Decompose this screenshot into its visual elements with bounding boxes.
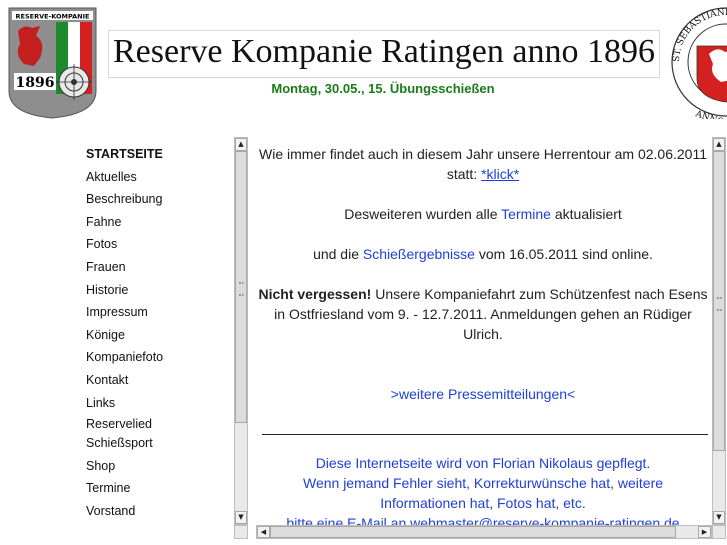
nav-scrollbar[interactable]: ▲ ▼ [234,137,248,525]
herrentour-paragraph: Wie immer findet auch in diesem Jahr uns… [259,146,707,182]
nav-item-kontakt[interactable]: Kontakt [86,370,236,393]
nav-item-termine[interactable]: Termine [86,478,236,501]
footer-line-4[interactable]: bitte eine E-Mail an webmaster@reserve-k… [258,513,708,525]
reserve-kompanie-logo[interactable]: RESERVE-KOMPANIE 1896 [6,6,99,119]
kompaniefahrt-paragraph: Nicht vergessen! Unsere Kompaniefahrt zu… [258,286,708,342]
termine-link[interactable]: Termine [501,206,551,222]
klick-link[interactable]: *klick* [481,166,519,182]
logo-year-text: 1896 [16,75,55,91]
nav-item-aktuelles[interactable]: Aktuelles [86,167,236,190]
sidebar-nav: STARTSEITE Aktuelles Beschreibung Fahne … [86,144,236,524]
termine-paragraph: Desweiteren wurden alle Termine aktualis… [344,206,622,222]
hscroll-thumb[interactable] [270,526,676,538]
site-title: Reserve Kompanie Ratingen anno 1896 [113,33,655,70]
content-scroll-up-button[interactable]: ▲ [713,138,725,151]
site-title-box: Reserve Kompanie Ratingen anno 1896 [108,30,660,78]
nav-item-koenige[interactable]: Könige [86,325,236,348]
footer-line-3: Informationen hat, Fotos hat, etc. [380,495,586,511]
nav-item-frauen[interactable]: Frauen [86,257,236,280]
nav-scroll-thumb[interactable] [235,151,247,423]
ergebnisse-paragraph: und die Schießergebnisse vom 16.05.2011 … [313,246,653,262]
scroll-right-button[interactable]: ▶ [698,526,711,538]
logo-banner-text: RESERVE-KOMPANIE [16,13,90,21]
nav-item-links[interactable]: Links [86,393,236,416]
nav-scroll-up-button[interactable]: ▲ [235,138,247,151]
content-scroll-down-button[interactable]: ▼ [713,511,725,524]
nav-item-vorstand[interactable]: Vorstand [86,501,236,524]
footer-line-1: Diese Internetseite wird von Florian Nik… [315,455,651,471]
bruderschaft-logo[interactable]: ST. SEBASTIANI BRUD ANNO [669,6,727,119]
nav-corner-box [234,525,248,539]
content-divider [262,434,708,435]
nav-item-historie[interactable]: Historie [86,280,236,303]
nav-item-beschreibung[interactable]: Beschreibung [86,189,236,212]
scroll-left-button[interactable]: ◀ [257,526,270,538]
nav-item-startseite[interactable]: STARTSEITE [86,144,236,167]
nav-item-reservelied[interactable]: Reservelied [86,415,236,433]
press-link[interactable]: >weitere Pressemitteilungen< [258,384,708,404]
content-hscrollbar[interactable]: ◀ ▶ [256,525,712,539]
nav-item-kompaniefoto[interactable]: Kompaniefoto [86,347,236,370]
event-subtitle: Montag, 30.05., 15. Übungsschießen [271,81,495,96]
nav-item-fahne[interactable]: Fahne [86,212,236,235]
schiessergebnisse-link[interactable]: Schießergebnisse [363,246,475,262]
nav-item-schiesssport[interactable]: Schießsport [86,433,236,456]
footer-line-2: Wenn jemand Fehler sieht, Korrekturwünsc… [302,475,664,491]
main-content: Wie immer findet auch in diesem Jahr uns… [258,140,708,525]
reminder-heading: Nicht vergessen! [258,286,372,302]
content-scrollbar[interactable]: ▲ ▼ [712,137,726,525]
nav-item-shop[interactable]: Shop [86,456,236,479]
nav-item-fotos[interactable]: Fotos [86,234,236,257]
nav-item-impressum[interactable]: Impressum [86,302,236,325]
content-corner-box [712,525,726,539]
content-scroll-thumb[interactable] [713,151,725,451]
nav-scroll-down-button[interactable]: ▼ [235,511,247,524]
